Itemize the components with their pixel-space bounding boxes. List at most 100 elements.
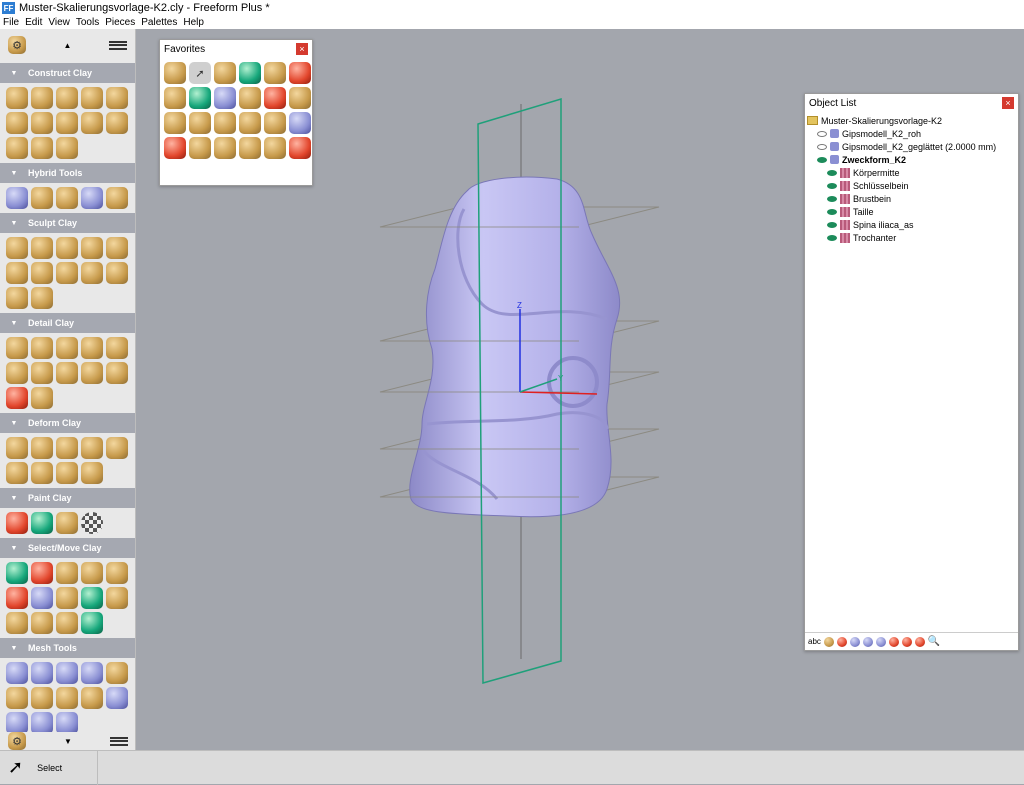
palette-tool-icon[interactable]	[6, 662, 28, 684]
palette-tool-icon[interactable]	[6, 362, 28, 384]
palette-menu-icon-bottom[interactable]	[109, 736, 128, 746]
favorite-tool-icon[interactable]	[289, 137, 311, 159]
favorite-tool-icon[interactable]	[164, 137, 186, 159]
palette-tool-icon[interactable]	[56, 437, 78, 459]
palette-tool-icon[interactable]	[31, 437, 53, 459]
toolbar-tool-icon-2[interactable]	[836, 636, 847, 647]
palette-tool-icon[interactable]	[6, 462, 28, 484]
palette-tool-icon[interactable]	[56, 562, 78, 584]
palette-tool-icon[interactable]	[81, 187, 103, 209]
collapse-icon[interactable]: ▼	[0, 220, 28, 227]
favorite-tool-icon[interactable]	[164, 87, 186, 109]
palette-tool-icon[interactable]	[31, 712, 53, 734]
select-arrow-icon[interactable]: ➚	[189, 62, 211, 84]
scroll-down-icon[interactable]: ▼	[64, 737, 72, 746]
toolbar-tool-icon-8[interactable]	[914, 636, 925, 647]
palette-tool-icon[interactable]	[56, 137, 78, 159]
toolbar-tool-icon-7[interactable]	[901, 636, 912, 647]
collapse-icon[interactable]: ▼	[0, 495, 28, 502]
palette-tool-icon[interactable]	[31, 612, 53, 634]
tree-item[interactable]: Körpermitte	[807, 166, 1016, 179]
palette-tool-icon[interactable]	[6, 387, 28, 409]
palette-tool-icon[interactable]	[106, 362, 128, 384]
favorite-tool-icon[interactable]	[289, 112, 311, 134]
palette-tool-icon[interactable]	[31, 112, 53, 134]
favorite-tool-icon[interactable]	[164, 62, 186, 84]
favorite-tool-icon[interactable]	[239, 112, 261, 134]
palette-tool-icon[interactable]	[31, 462, 53, 484]
favorite-tool-icon[interactable]	[264, 87, 286, 109]
palette-tool-icon[interactable]	[31, 387, 53, 409]
palette-tool-icon[interactable]	[31, 662, 53, 684]
collapse-icon[interactable]: ▼	[0, 545, 28, 552]
tree-item[interactable]: Trochanter	[807, 231, 1016, 244]
palette-tool-icon[interactable]	[106, 262, 128, 284]
eye-icon[interactable]	[827, 195, 837, 202]
tree-item[interactable]: Schlüsselbein	[807, 179, 1016, 192]
section-header-2[interactable]: ▼ Sculpt Clay	[0, 213, 135, 233]
toolbar-tool-icon-6[interactable]	[888, 636, 899, 647]
palette-tool-icon[interactable]	[106, 562, 128, 584]
menu-file[interactable]: File	[3, 17, 19, 28]
object-list-close-icon[interactable]: ×	[1002, 97, 1014, 109]
palette-tool-icon[interactable]	[6, 712, 28, 734]
palette-tool-icon[interactable]	[106, 112, 128, 134]
section-header-1[interactable]: ▼ Hybrid Tools	[0, 163, 135, 183]
object-list-title-bar[interactable]: Object List ×	[805, 94, 1018, 112]
palette-tool-icon[interactable]	[56, 262, 78, 284]
favorite-tool-icon[interactable]	[214, 87, 236, 109]
tree-item[interactable]: Gipsmodell_K2_roh	[807, 127, 1016, 140]
tree-item[interactable]: Spina iliaca_as	[807, 218, 1016, 231]
toolbar-tool-icon-5[interactable]	[875, 636, 886, 647]
palette-tool-icon[interactable]	[31, 512, 53, 534]
palette-tool-icon[interactable]	[6, 87, 28, 109]
palette-tool-icon[interactable]	[56, 462, 78, 484]
favorite-tool-icon[interactable]	[214, 112, 236, 134]
palette-tool-icon[interactable]	[6, 337, 28, 359]
palette-tool-icon[interactable]	[81, 87, 103, 109]
collapse-icon[interactable]: ▼	[0, 645, 28, 652]
favorite-tool-icon[interactable]	[289, 87, 311, 109]
palette-tool-icon[interactable]	[81, 462, 103, 484]
toolbar-tool-icon-4[interactable]	[862, 636, 873, 647]
palette-tool-icon[interactable]	[6, 512, 28, 534]
palette-tool-icon[interactable]	[81, 687, 103, 709]
palette-tool-icon[interactable]	[81, 237, 103, 259]
toolbar-tool-icon-1[interactable]	[823, 636, 834, 647]
palette-tool-icon[interactable]	[31, 587, 53, 609]
section-header-6[interactable]: ▼ Select/Move Clay	[0, 538, 135, 558]
eye-icon[interactable]	[827, 169, 837, 176]
palette-tool-icon[interactable]	[81, 262, 103, 284]
palette-tool-icon[interactable]	[106, 337, 128, 359]
favorites-title-bar[interactable]: Favorites ×	[160, 40, 312, 58]
palette-tool-icon[interactable]	[31, 687, 53, 709]
palette-tool-icon[interactable]	[56, 712, 78, 734]
palette-tool-icon[interactable]	[106, 187, 128, 209]
eye-icon[interactable]	[827, 221, 837, 228]
palette-tool-icon[interactable]	[6, 437, 28, 459]
palette-tool-icon[interactable]	[6, 562, 28, 584]
palette-tool-icon[interactable]	[56, 587, 78, 609]
favorite-tool-icon[interactable]	[189, 87, 211, 109]
eye-icon[interactable]	[827, 208, 837, 215]
tree-item[interactable]: Taille	[807, 205, 1016, 218]
palette-tool-icon[interactable]	[6, 687, 28, 709]
palette-tool-icon[interactable]	[56, 512, 78, 534]
palette-tool-icon[interactable]	[31, 337, 53, 359]
collapse-icon[interactable]: ▼	[0, 170, 28, 177]
palette-tool-icon[interactable]	[6, 587, 28, 609]
palette-tool-icon[interactable]	[56, 362, 78, 384]
palette-tool-icon[interactable]	[6, 612, 28, 634]
search-icon[interactable]: 🔍	[928, 636, 940, 647]
tree-item[interactable]: Brustbein	[807, 192, 1016, 205]
eye-icon[interactable]	[827, 182, 837, 189]
palette-tool-icon[interactable]	[31, 137, 53, 159]
favorite-tool-icon[interactable]	[239, 87, 261, 109]
palette-tool-icon[interactable]	[56, 662, 78, 684]
scroll-up-icon[interactable]: ▲	[64, 41, 72, 50]
palette-tool-icon[interactable]	[56, 337, 78, 359]
palette-tool-icon[interactable]	[81, 587, 103, 609]
palette-tool-icon[interactable]	[31, 237, 53, 259]
favorite-tool-icon[interactable]	[289, 62, 311, 84]
favorite-tool-icon[interactable]	[264, 137, 286, 159]
